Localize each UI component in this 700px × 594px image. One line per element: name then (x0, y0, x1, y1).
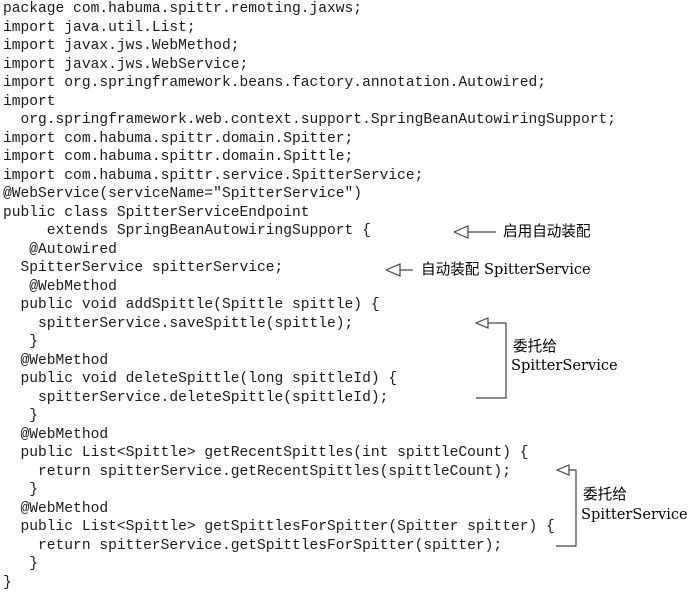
annotation-autowire-service: 自动装配 SpitterService (421, 261, 591, 278)
delegate-bracket-icon (474, 317, 507, 399)
annotation-delegate-1-line1: 委托给 (513, 338, 557, 355)
delegate-bracket-icon (555, 464, 577, 547)
arrow-left-icon (453, 225, 496, 239)
annotation-delegate-1-line2: SpitterService (511, 357, 618, 374)
annotation-delegate-2-line1: 委托给 (583, 486, 627, 503)
annotation-autowiring-support: 启用自动装配 (503, 223, 591, 240)
arrow-left-icon (385, 263, 413, 277)
annotation-delegate-2-line2: SpitterService (581, 506, 688, 523)
